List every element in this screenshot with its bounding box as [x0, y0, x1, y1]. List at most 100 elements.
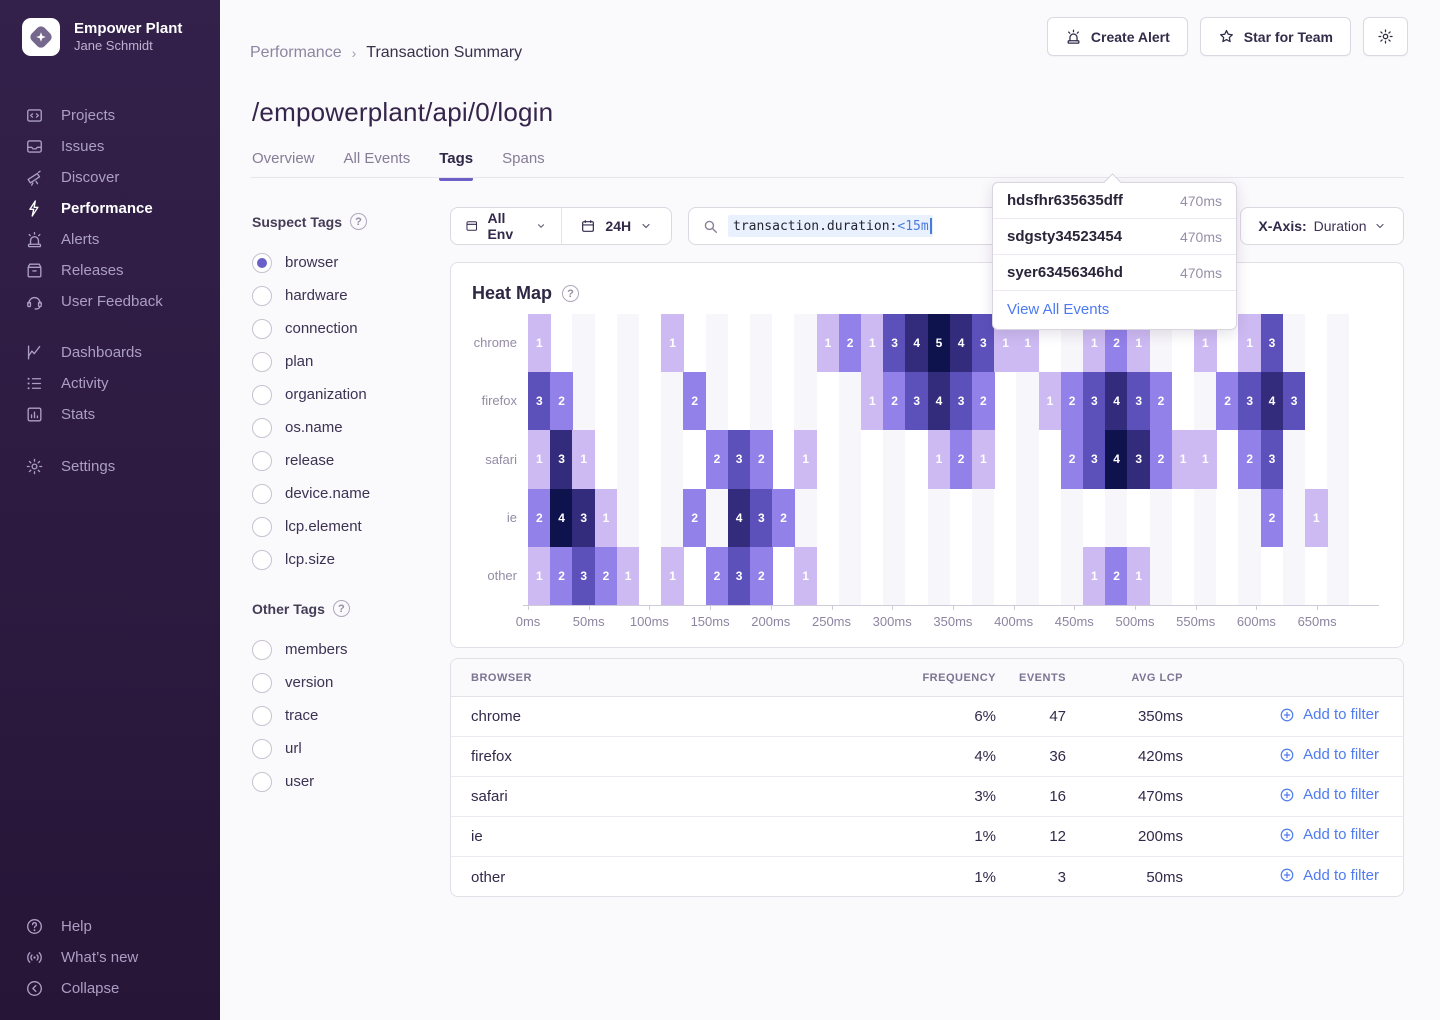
- tag-radio-trace[interactable]: trace: [252, 699, 432, 732]
- radio-icon[interactable]: [252, 319, 272, 339]
- heatmap-cell[interactable]: 4: [1105, 372, 1128, 430]
- heatmap-cell[interactable]: 2: [839, 314, 862, 372]
- radio-icon[interactable]: [252, 385, 272, 405]
- heatmap-cell[interactable]: 1: [928, 430, 951, 488]
- time-range-selector[interactable]: 24H: [562, 208, 672, 244]
- heatmap-cell[interactable]: 2: [595, 547, 618, 605]
- heatmap-cell[interactable]: 3: [1083, 372, 1106, 430]
- tag-radio-plan[interactable]: plan: [252, 345, 432, 378]
- tag-radio-lcp-size[interactable]: lcp.size: [252, 543, 432, 576]
- heatmap-cell[interactable]: 2: [950, 430, 973, 488]
- heatmap-cell[interactable]: 3: [550, 430, 573, 488]
- tag-radio-os-name[interactable]: os.name: [252, 411, 432, 444]
- add-to-filter-link[interactable]: Add to filter: [1279, 746, 1379, 763]
- tag-radio-device-name[interactable]: device.name: [252, 477, 432, 510]
- heatmap-cell[interactable]: 3: [1261, 430, 1284, 488]
- heatmap-cell[interactable]: 3: [572, 489, 595, 547]
- sidebar-item-dashboards[interactable]: Dashboards: [0, 337, 220, 368]
- heatmap-cell[interactable]: 2: [972, 372, 995, 430]
- heatmap-cell[interactable]: 1: [595, 489, 618, 547]
- heatmap-cell[interactable]: 1: [1127, 547, 1150, 605]
- heatmap-cell[interactable]: 2: [1216, 372, 1239, 430]
- heatmap-cell[interactable]: 1: [972, 430, 995, 488]
- heatmap-cell[interactable]: 1: [1083, 547, 1106, 605]
- radio-icon[interactable]: [252, 286, 272, 306]
- heatmap-cell[interactable]: 3: [905, 372, 928, 430]
- heatmap-cell[interactable]: 5: [928, 314, 951, 372]
- x-axis-selector[interactable]: X-Axis: Duration: [1240, 207, 1404, 245]
- heatmap-cell[interactable]: 2: [683, 372, 706, 430]
- heatmap-cell[interactable]: 2: [706, 430, 729, 488]
- heatmap-cell[interactable]: 1: [528, 547, 551, 605]
- heatmap-cell[interactable]: 2: [1061, 372, 1084, 430]
- heatmap-cell[interactable]: 1: [861, 314, 884, 372]
- add-to-filter-link[interactable]: Add to filter: [1279, 786, 1379, 803]
- tag-radio-lcp-element[interactable]: lcp.element: [252, 510, 432, 543]
- heatmap-cell[interactable]: 1: [1305, 489, 1328, 547]
- radio-icon[interactable]: [252, 739, 272, 759]
- heatmap-cell[interactable]: 4: [550, 489, 573, 547]
- tab-overview[interactable]: Overview: [252, 150, 315, 179]
- radio-icon[interactable]: [252, 673, 272, 693]
- sidebar-item-stats[interactable]: Stats: [0, 399, 220, 430]
- org-header[interactable]: Empower Plant Jane Schmidt: [0, 0, 220, 56]
- create-alert-button[interactable]: Create Alert: [1047, 17, 1188, 56]
- heatmap-cell[interactable]: 2: [772, 489, 795, 547]
- view-all-events-link[interactable]: View All Events: [993, 291, 1236, 329]
- heatmap-cell[interactable]: 1: [528, 430, 551, 488]
- heatmap-cell[interactable]: 1: [794, 430, 817, 488]
- sidebar-item-discover[interactable]: Discover: [0, 162, 220, 193]
- sidebar-item-what-s-new[interactable]: What’s new: [0, 942, 220, 973]
- heatmap-cell[interactable]: 3: [528, 372, 551, 430]
- heatmap-cell[interactable]: 2: [1105, 547, 1128, 605]
- heatmap-cell[interactable]: 3: [572, 547, 595, 605]
- heatmap-cell[interactable]: 3: [728, 547, 751, 605]
- radio-icon[interactable]: [252, 550, 272, 570]
- radio-icon[interactable]: [252, 706, 272, 726]
- tab-all-events[interactable]: All Events: [344, 150, 411, 179]
- sidebar-item-issues[interactable]: Issues: [0, 131, 220, 162]
- settings-gear-button[interactable]: [1363, 17, 1408, 56]
- radio-icon[interactable]: [252, 352, 272, 372]
- heatmap-cell[interactable]: 2: [528, 489, 551, 547]
- heatmap-cell[interactable]: 4: [1261, 372, 1284, 430]
- heatmap-cell[interactable]: 4: [928, 372, 951, 430]
- sidebar-item-help[interactable]: Help: [0, 911, 220, 942]
- question-icon[interactable]: ?: [350, 213, 367, 230]
- heatmap-cell[interactable]: 3: [750, 489, 773, 547]
- heatmap-cell[interactable]: 2: [883, 372, 906, 430]
- radio-icon[interactable]: [252, 253, 272, 273]
- radio-icon[interactable]: [252, 772, 272, 792]
- radio-icon[interactable]: [252, 451, 272, 471]
- heatmap-cell[interactable]: 1: [861, 372, 884, 430]
- sidebar-item-performance[interactable]: Performance: [0, 193, 220, 224]
- tag-radio-browser[interactable]: browser: [252, 246, 432, 279]
- tab-spans[interactable]: Spans: [502, 150, 545, 179]
- tag-radio-version[interactable]: version: [252, 666, 432, 699]
- sidebar-item-alerts[interactable]: Alerts: [0, 224, 220, 255]
- heatmap-cell[interactable]: 2: [1061, 430, 1084, 488]
- breadcrumb-root[interactable]: Performance: [250, 44, 342, 62]
- heatmap-cell[interactable]: 2: [683, 489, 706, 547]
- tag-radio-user[interactable]: user: [252, 765, 432, 798]
- radio-icon[interactable]: [252, 418, 272, 438]
- heatmap-cell[interactable]: 3: [1083, 430, 1106, 488]
- sidebar-item-user-feedback[interactable]: User Feedback: [0, 286, 220, 317]
- heatmap-cell[interactable]: 3: [950, 372, 973, 430]
- heatmap-cell[interactable]: 3: [728, 430, 751, 488]
- heatmap-cell[interactable]: 2: [1261, 489, 1284, 547]
- sidebar-item-settings[interactable]: Settings: [0, 451, 220, 482]
- heatmap-cell[interactable]: 3: [1261, 314, 1284, 372]
- heatmap-cell[interactable]: 3: [1283, 372, 1306, 430]
- heatmap-cell[interactable]: 4: [728, 489, 751, 547]
- heatmap-cell[interactable]: 2: [1238, 430, 1261, 488]
- radio-icon[interactable]: [252, 484, 272, 504]
- heatmap-cell[interactable]: 1: [1039, 372, 1062, 430]
- heatmap-cell[interactable]: 2: [706, 547, 729, 605]
- sidebar-item-releases[interactable]: Releases: [0, 255, 220, 286]
- heatmap-cell[interactable]: 3: [1127, 372, 1150, 430]
- tag-radio-members[interactable]: members: [252, 633, 432, 666]
- tag-radio-url[interactable]: url: [252, 732, 432, 765]
- heatmap-cell[interactable]: 3: [883, 314, 906, 372]
- heatmap-cell[interactable]: 1: [528, 314, 551, 372]
